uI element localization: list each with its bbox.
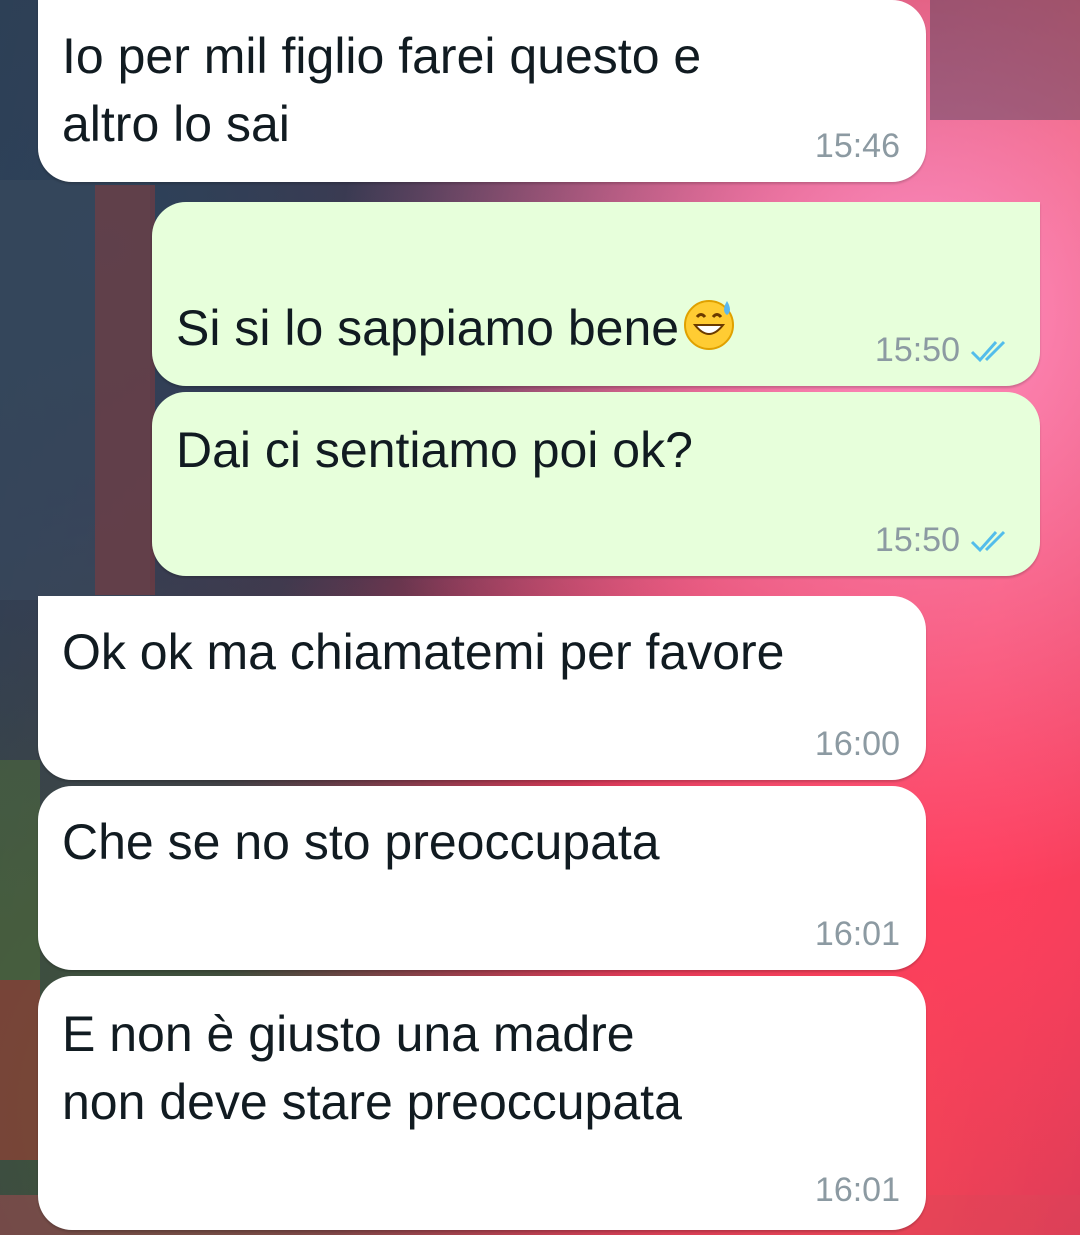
- message-bubble-incoming[interactable]: Io per mil figlio farei questo e altro l…: [38, 0, 926, 182]
- message-bubble-outgoing[interactable]: Dai ci sentiamo poi ok? 15:50: [152, 392, 1040, 576]
- message-timestamp: 15:50: [874, 331, 960, 369]
- message-text: E non è giusto una madre non deve stare …: [62, 1006, 682, 1130]
- read-double-check-icon: [970, 338, 1014, 364]
- message-bubble-incoming[interactable]: E non è giusto una madre non deve stare …: [38, 976, 926, 1230]
- read-double-check-icon: [970, 528, 1014, 554]
- message-timestamp: 16:01: [814, 1171, 900, 1209]
- message-timestamp: 15:46: [814, 127, 900, 165]
- message-text: Che se no sto preoccupata: [62, 814, 660, 870]
- message-bubble-outgoing[interactable]: Si si lo sappiamo bene 15:50: [152, 202, 1040, 386]
- message-bubble-incoming[interactable]: Ok ok ma chiamatemi per favore 16:00: [38, 596, 926, 780]
- message-text: Io per mil figlio farei questo e altro l…: [62, 28, 702, 152]
- message-timestamp: 15:50: [874, 521, 960, 559]
- grinning-face-with-sweat-icon: [681, 295, 737, 368]
- message-text: Ok ok ma chiamatemi per favore: [62, 624, 785, 680]
- chat-view: Io per mil figlio farei questo e altro l…: [0, 0, 1080, 1235]
- message-text: Dai ci sentiamo poi ok?: [176, 422, 693, 478]
- message-timestamp: 16:00: [814, 725, 900, 763]
- message-bubble-incoming[interactable]: Che se no sto preoccupata 16:01: [38, 786, 926, 970]
- message-timestamp: 16:01: [814, 915, 900, 953]
